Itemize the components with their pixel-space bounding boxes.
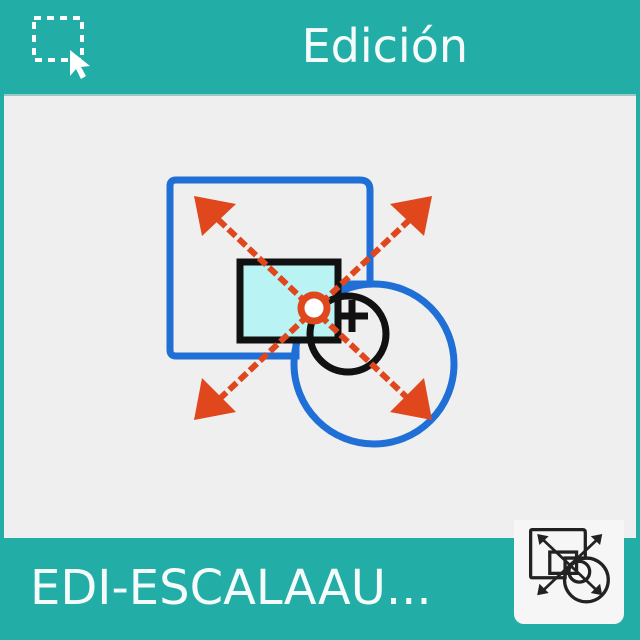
icon-canvas bbox=[4, 94, 636, 538]
command-tile[interactable]: Edición EDI-ESCALAAU... bbox=[0, 0, 640, 640]
select-window-icon bbox=[32, 16, 90, 79]
command-label: EDI-ESCALAAU... bbox=[30, 560, 432, 616]
tile-header: Edición bbox=[0, 0, 640, 94]
category-title: Edición bbox=[301, 19, 468, 73]
scale-auto-icon bbox=[166, 176, 458, 448]
thumbnail-badge bbox=[514, 520, 624, 624]
scale-auto-thumbnail-icon bbox=[529, 528, 610, 604]
